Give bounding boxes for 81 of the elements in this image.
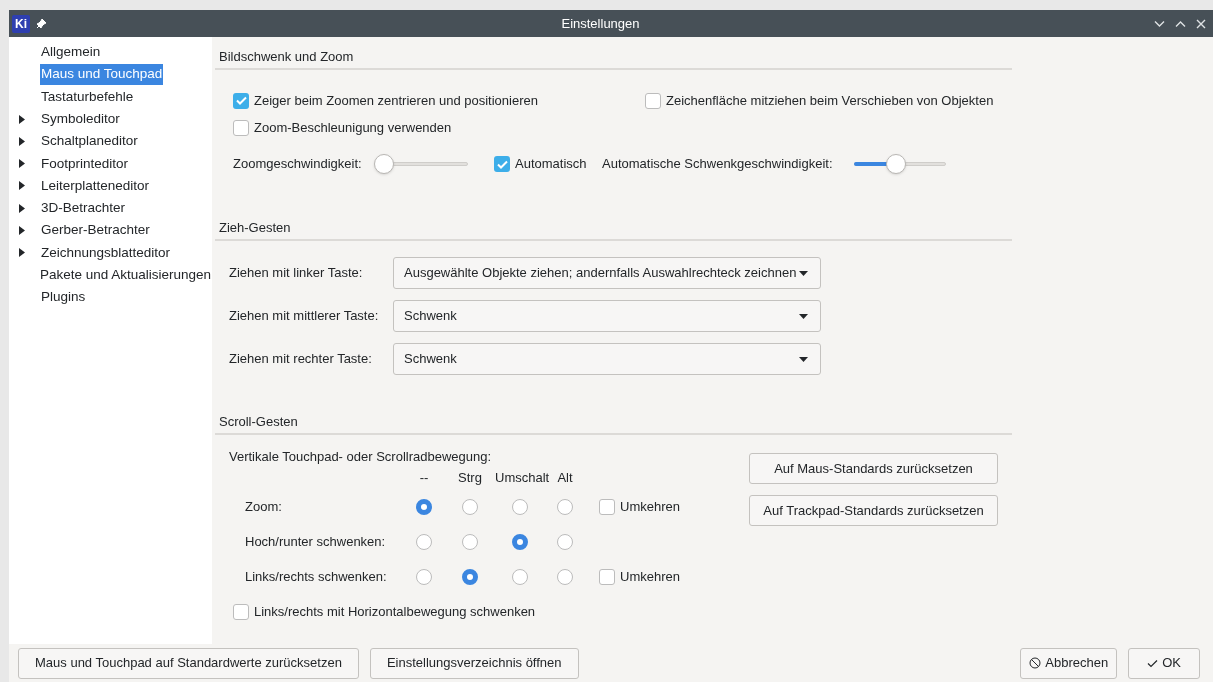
pin-icon[interactable] (36, 18, 47, 29)
radio-button[interactable] (462, 533, 478, 550)
section-title: Scroll-Gesten (218, 413, 299, 431)
app-logo: Ki (12, 14, 30, 33)
dropdown[interactable]: Schwenk (393, 300, 821, 332)
sidebar-item[interactable]: Symboleditor (40, 108, 121, 130)
caret-icon (799, 313, 808, 319)
expand-arrow-icon[interactable] (19, 203, 25, 213)
expand-arrow-icon[interactable] (19, 226, 25, 235)
checkbox-label: Zeichenfläche mitziehen beim Verschieben von Objekten (666, 91, 994, 110)
sidebar-item[interactable]: 3D-Betrachter (40, 198, 127, 219)
checkbox-label: Links/rechts mit Horizontalbewegung schwenken (254, 603, 536, 621)
sidebar-item[interactable]: Footprinteditor (40, 153, 130, 174)
maximize-icon[interactable] (1175, 19, 1186, 28)
radio-button[interactable] (557, 498, 573, 515)
checkbox-label: Umkehren (620, 497, 680, 516)
expand-arrow-icon[interactable] (19, 181, 25, 191)
field-label: Vertikale Touchpad- oder Scrollradbewegung: (229, 448, 493, 466)
checkbox-label: Zoom-Beschleunigung verwenden (254, 118, 452, 137)
section-title: Bildschwenk und Zoom (218, 48, 355, 66)
cancel-icon (1029, 657, 1042, 669)
sidebar-item[interactable]: Zeichnungsblatteditor (40, 242, 172, 263)
sidebar-item[interactable]: Maus und Touchpad (40, 64, 164, 85)
sidebar-item[interactable]: Pakete und Aktualisierungen (38, 265, 212, 286)
row-label: Links/rechts schwenken: (245, 567, 388, 586)
slider[interactable] (376, 154, 468, 174)
window-title: Einstellungen (561, 14, 640, 33)
slider[interactable] (854, 154, 946, 174)
checkbox[interactable] (494, 156, 510, 172)
sidebar-item[interactable]: Schaltplaneditor (40, 131, 139, 152)
field-label: Ziehen mit linker Taste: (229, 264, 364, 283)
checkbox-label: Automatisch (515, 155, 587, 174)
caret-icon (799, 356, 808, 362)
radio-button[interactable] (512, 498, 528, 515)
sidebar-item[interactable]: Tastaturbefehle (40, 86, 135, 107)
radio-button[interactable] (416, 498, 432, 515)
footer-button[interactable]: Einstellungsverzeichnis öffnen (369, 647, 579, 679)
radio-button[interactable] (416, 568, 432, 585)
caret-icon (799, 270, 808, 276)
radio-button[interactable] (557, 568, 573, 585)
radio-button[interactable] (462, 498, 478, 515)
reset-button[interactable]: Auf Maus-Standards zurücksetzen (749, 453, 998, 484)
radio-button[interactable] (512, 568, 528, 585)
checkmark-icon (1147, 658, 1159, 668)
radio-button[interactable] (557, 533, 573, 550)
dropdown[interactable]: Ausgewählte Objekte ziehen; andernfalls Auswahlrechteck zeichnen (393, 257, 821, 289)
row-label: Hoch/runter schwenken: (245, 532, 387, 551)
checkbox[interactable] (645, 92, 661, 109)
dropdown[interactable]: Schwenk (393, 343, 821, 375)
expand-arrow-icon[interactable] (19, 136, 25, 146)
field-label: Ziehen mit rechter Taste: (229, 350, 373, 369)
field-label: Ziehen mit mittlerer Taste: (229, 307, 380, 326)
section-title: Zieh-Gesten (218, 219, 292, 237)
sidebar-item[interactable]: Plugins (40, 287, 87, 308)
checkbox-label: Umkehren (620, 567, 680, 586)
radio-button[interactable] (462, 568, 478, 585)
checkbox[interactable] (599, 498, 615, 515)
close-icon[interactable] (1196, 18, 1206, 29)
field-label: Automatische Schwenkgeschwindigkeit: (602, 155, 834, 174)
expand-arrow-icon[interactable] (19, 248, 25, 258)
checkbox[interactable] (233, 92, 249, 109)
field-label: Zoomgeschwindigkeit: (233, 155, 363, 174)
minimize-icon[interactable] (1154, 19, 1165, 28)
checkbox[interactable] (233, 119, 249, 136)
checkbox-label: Zeiger beim Zoomen zentrieren und positionieren (254, 91, 538, 110)
radio-button[interactable] (512, 533, 528, 550)
expand-arrow-icon[interactable] (19, 114, 25, 124)
checkbox[interactable] (599, 568, 615, 585)
column-header: Strg (457, 469, 483, 488)
expand-arrow-icon[interactable] (19, 159, 25, 169)
sidebar-item[interactable]: Gerber-Betrachter (40, 220, 151, 241)
checkbox[interactable] (233, 603, 249, 620)
column-header: -- (418, 469, 430, 488)
reset-button[interactable]: Auf Trackpad-Standards zurücksetzen (749, 495, 998, 526)
ok-button[interactable]: OK (1128, 647, 1200, 679)
cancel-button[interactable]: Abbrechen (1020, 647, 1118, 679)
row-label: Zoom: (245, 497, 283, 516)
footer-button[interactable]: Maus und Touchpad auf Standardwerte zurücksetzen (18, 647, 359, 679)
sidebar-item[interactable]: Allgemein (40, 42, 102, 63)
radio-button[interactable] (416, 533, 432, 550)
sidebar-item[interactable]: Leiterplatteneditor (40, 175, 151, 197)
